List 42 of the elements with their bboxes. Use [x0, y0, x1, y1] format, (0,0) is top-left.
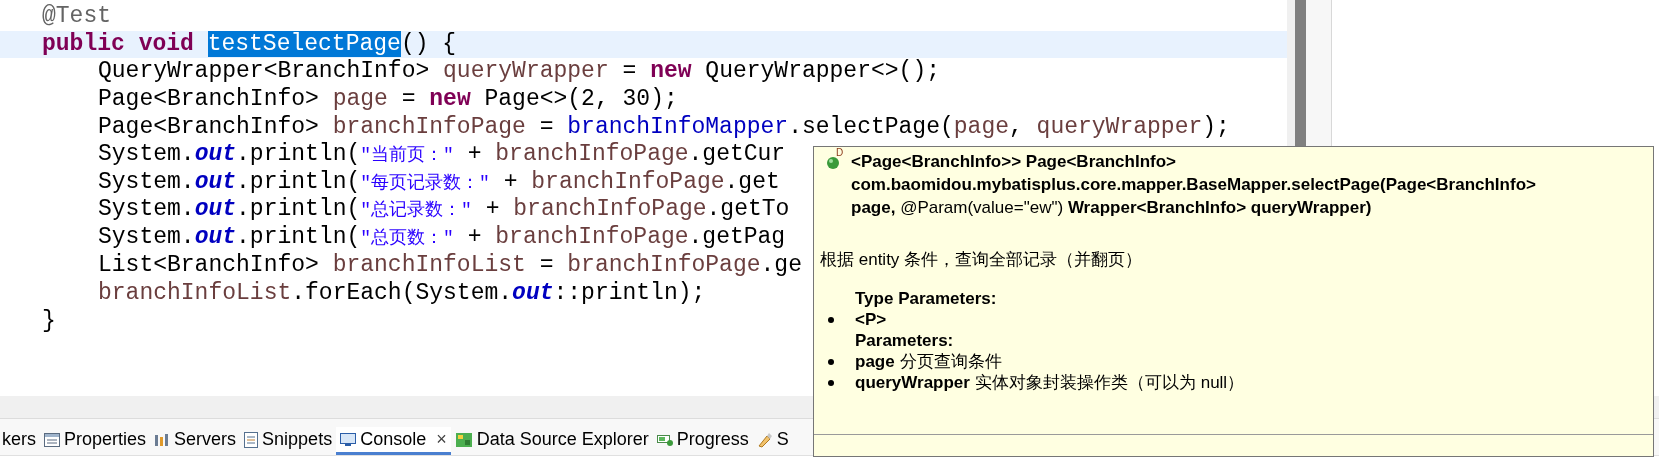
view-tab[interactable]: Properties — [40, 427, 151, 455]
code-line: public void testSelectPage() { — [42, 30, 457, 59]
bullet-icon — [828, 379, 834, 386]
code-line: System.out.println("总页数：" + branchInfoPage.getPag — [98, 224, 786, 252]
map-icon — [454, 431, 473, 448]
pencil-icon — [756, 431, 773, 448]
code-line: System.out.println("总记录数：" + branchInfoPage.getTo — [98, 196, 790, 225]
view-tab[interactable]: kers — [0, 427, 40, 455]
parameter-name: queryWrapper — [855, 372, 970, 393]
code-line: System.out.println("当前页：" + branchInfoPage.getCur — [98, 140, 786, 169]
code-line: } — [42, 307, 56, 336]
view-tab[interactable]: Console × — [336, 427, 451, 455]
method-signature-line: com.baomidou.mybatisplus.core.mapper.BaseMapper.selectPage(Page<BranchInfo> — [851, 174, 1536, 196]
monitor-icon — [340, 432, 357, 447]
view-tab[interactable]: Data Source Explorer — [450, 427, 653, 455]
table-icon — [44, 432, 60, 447]
parameter-description: 分页查询条件 — [899, 351, 1002, 372]
document-icon — [244, 431, 259, 448]
close-icon[interactable]: × — [436, 426, 447, 453]
code-line: Page<BranchInfo> branchInfoPage = branchInfoMapper.selectPage(page, queryWrapper); — [98, 113, 1230, 142]
progress-icon — [656, 433, 673, 446]
bullet-icon — [828, 358, 834, 365]
parameter-description: 实体对象封装操作类（可以为 null） — [974, 372, 1245, 393]
code-line: @Test — [42, 3, 111, 31]
bullet-icon — [828, 316, 834, 323]
type-parameter-name: <P> — [855, 309, 887, 330]
view-tab[interactable]: Snippets — [240, 427, 337, 455]
code-line: Page<BranchInfo> page = new Page<>(2, 30); — [98, 86, 678, 114]
section-heading: Parameters: — [854, 330, 955, 351]
code-line: List<BranchInfo> branchInfoList = branchInfoPage.ge — [98, 252, 802, 280]
view-tab[interactable]: S — [752, 427, 793, 455]
code-line: QueryWrapper<BranchInfo> queryWrapper = new QueryWrapper<>(); — [98, 58, 940, 87]
code-line: branchInfoList.forEach(System.out::println); — [98, 279, 706, 308]
view-tab[interactable]: Progress — [652, 427, 753, 455]
parameter-name: page — [855, 351, 895, 372]
method-signature-line: page, @Param(value="ew") Wrapper<BranchInfo> queryWrapper) — [851, 197, 1373, 219]
section-heading: Type Parameters: — [854, 288, 998, 309]
bar-chart-icon — [154, 432, 171, 447]
view-tab[interactable]: Servers — [150, 427, 241, 455]
method-signature-line: <Page<BranchInfo>> Page<BranchInfo> — [851, 151, 1177, 173]
code-line: System.out.println("每页记录数：" + branchInfoPage.get — [98, 168, 780, 197]
method-description: 根据 entity 条件，查询全部记录（并翻页） — [820, 249, 1143, 271]
